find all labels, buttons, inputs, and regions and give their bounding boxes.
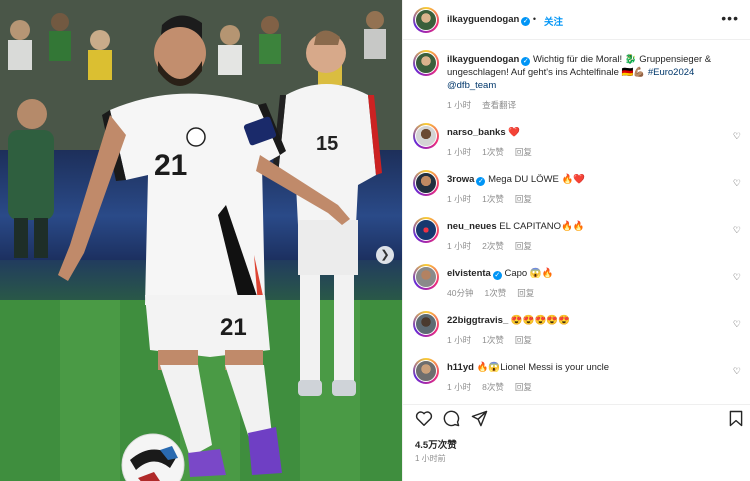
- share-icon[interactable]: [471, 410, 488, 427]
- next-image-button[interactable]: ❯: [376, 246, 394, 264]
- post-sidebar: ilkayguendogan ✓ • 关注 ••• ilkayguendogan ✓…: [402, 0, 750, 481]
- shorts-number: 21: [220, 314, 247, 341]
- like-comment-heart-icon[interactable]: ♡: [733, 272, 741, 283]
- comment-likes[interactable]: 1次赞: [482, 194, 504, 204]
- see-translation-button[interactable]: 查看翻译: [482, 100, 516, 110]
- commenter-avatar[interactable]: [413, 123, 439, 149]
- bookmark-icon[interactable]: [729, 410, 743, 427]
- reply-button[interactable]: 回复: [515, 147, 532, 157]
- like-comment-heart-icon[interactable]: ♡: [733, 225, 741, 236]
- comment-text: EL CAPITANO🔥🔥: [499, 221, 585, 232]
- post-time: 1 小时前: [415, 454, 446, 463]
- commenter-avatar[interactable]: [413, 217, 439, 243]
- commenter-avatar[interactable]: [413, 358, 439, 384]
- comment-text: ❤️: [508, 127, 521, 138]
- comment-text: 😍😍😍😍😍: [510, 315, 571, 326]
- commenter-username[interactable]: h11yd: [447, 362, 474, 373]
- comment-time: 1 小时: [447, 241, 472, 251]
- commenter-avatar[interactable]: [413, 264, 439, 290]
- action-bar: [403, 404, 750, 430]
- caption-text: ilkayguendogan ✓ Wichtig für die Moral! 🐉…: [447, 53, 722, 92]
- comment-likes[interactable]: 8次赞: [482, 382, 504, 392]
- like-comment-heart-icon[interactable]: ♡: [733, 178, 741, 189]
- comment-likes[interactable]: 1次赞: [482, 147, 504, 157]
- comment-text: 🔥😱Lionel Messi is your uncle: [476, 362, 610, 373]
- caption-avatar[interactable]: [413, 50, 439, 76]
- hashtag-link[interactable]: #Euro2024: [648, 67, 694, 78]
- player-21-figure: 21 21: [58, 15, 350, 477]
- author-avatar[interactable]: [413, 7, 439, 33]
- comment-time: 1 小时: [447, 335, 472, 345]
- comment-text: Capo 😱🔥: [504, 268, 554, 279]
- heart-icon[interactable]: [415, 410, 433, 426]
- commenter-avatar[interactable]: [413, 311, 439, 337]
- commenter-username[interactable]: elvistenta: [447, 268, 491, 279]
- post-header: ilkayguendogan ✓ • 关注 •••: [403, 0, 750, 40]
- comment-likes[interactable]: 1次赞: [482, 335, 504, 345]
- like-comment-heart-icon[interactable]: ♡: [733, 131, 741, 142]
- like-comment-heart-icon[interactable]: ♡: [733, 319, 741, 330]
- commenter-avatar[interactable]: [413, 170, 439, 196]
- reply-button[interactable]: 回复: [515, 382, 532, 392]
- reply-button[interactable]: 回复: [515, 194, 532, 204]
- commenter-username[interactable]: 22biggtravis_: [447, 315, 508, 326]
- comment-likes[interactable]: 1次赞: [484, 288, 506, 298]
- post-image[interactable]: 15 21 21 ❯: [0, 0, 402, 481]
- author-username[interactable]: ilkayguendogan: [447, 14, 519, 25]
- comment-time: 40分钟: [447, 288, 474, 298]
- reply-button[interactable]: 回复: [515, 241, 532, 251]
- caption-time: 1 小时: [447, 100, 472, 110]
- commenter-username[interactable]: neu_neues: [447, 221, 497, 232]
- comment-icon[interactable]: [443, 410, 460, 427]
- chevron-right-icon: ❯: [380, 249, 390, 261]
- verified-badge-icon: ✓: [521, 57, 531, 66]
- follow-button[interactable]: 关注: [544, 14, 563, 28]
- verified-badge-icon: ✓: [521, 17, 531, 26]
- comment-time: 1 小时: [447, 382, 472, 392]
- comment-likes[interactable]: 2次赞: [482, 241, 504, 251]
- more-options-icon[interactable]: •••: [721, 10, 739, 26]
- verified-badge-icon: ✓: [476, 177, 486, 186]
- comment-time: 1 小时: [447, 194, 472, 204]
- comment-text: Mega DU LÖWE 🔥❤️: [488, 174, 586, 185]
- like-comment-heart-icon[interactable]: ♡: [733, 366, 741, 377]
- commenter-username[interactable]: narso_banks: [447, 127, 506, 138]
- reply-button[interactable]: 回复: [515, 335, 532, 345]
- verified-badge-icon: ✓: [492, 271, 502, 280]
- commenter-username[interactable]: 3rowa: [447, 174, 474, 185]
- mention-link[interactable]: @dfb_team: [447, 80, 496, 91]
- jersey-front-number: 21: [154, 149, 187, 182]
- caption-username[interactable]: ilkayguendogan: [447, 54, 519, 65]
- comment-time: 1 小时: [447, 147, 472, 157]
- like-count[interactable]: 4.5万次赞: [415, 437, 457, 451]
- soccer-ball: [121, 433, 185, 481]
- reply-button[interactable]: 回复: [517, 288, 534, 298]
